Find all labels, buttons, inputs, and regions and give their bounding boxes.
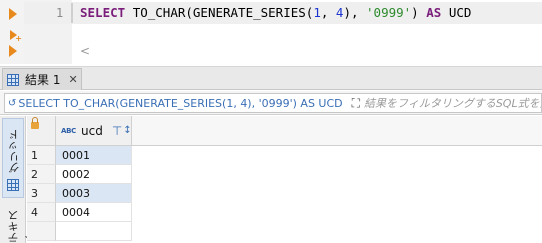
results-filter-bar: ↺ SELECT TO_CHAR(GENERATE_SERIES(1, 4), … <box>0 91 542 115</box>
keyword-as: AS <box>426 5 442 20</box>
play-icon <box>9 8 17 20</box>
sql-code-line[interactable]: SELECT TO_CHAR(GENERATE_SERIES(1, 4), '0… <box>80 5 471 20</box>
string-literal: '0999' <box>366 5 412 20</box>
view-mode-panel: グリッド テキスト <box>0 116 36 243</box>
row-number[interactable]: 4 <box>27 203 56 222</box>
table-row[interactable]: 3 0003 <box>27 184 542 203</box>
table-row[interactable]: 4 0004 <box>27 203 542 222</box>
tab-grid-view[interactable]: グリッド <box>2 118 24 198</box>
tab-text-view[interactable]: テキスト <box>2 202 36 243</box>
tab-results-1[interactable]: 結果 1 ✕ <box>2 68 82 90</box>
row-number[interactable]: 3 <box>27 184 56 203</box>
source-query: SELECT TO_CHAR(GENERATE_SERIES(1, 4), '0… <box>18 96 343 110</box>
table-row[interactable]: 1 0001 <box>27 146 542 165</box>
line-number: 1 <box>56 6 64 20</box>
filter-placeholder: 結果をフィルタリングするSQL式を入力してください <box>364 97 541 110</box>
line-marker <box>71 3 73 23</box>
tab-label: 結果 1 <box>25 73 61 87</box>
execution-toolbar: + <box>0 0 24 64</box>
scroll-left-icon[interactable]: < <box>80 44 90 58</box>
punctuation: , <box>320 5 336 20</box>
execute-statement-button[interactable] <box>6 7 20 21</box>
execute-in-new-tab-button[interactable]: + <box>6 28 22 43</box>
header-filler <box>132 116 542 146</box>
punctuation: ) <box>411 5 427 20</box>
sql-editor[interactable]: + 1 SELECT TO_CHAR(GENERATE_SERIES(1, 4)… <box>0 0 542 64</box>
text-type-icon: ABC <box>61 126 76 135</box>
number-literal: 1 <box>313 5 321 20</box>
column-alias: UCD <box>441 5 472 20</box>
table-cell[interactable]: 0001 <box>56 146 132 165</box>
table-row[interactable]: 2 0002 <box>27 165 542 184</box>
sort-icon[interactable]: ↕ <box>123 125 131 136</box>
expand-icon[interactable]: ⛶ <box>352 96 360 111</box>
grid-view-icon <box>7 179 19 191</box>
play-icon <box>9 45 17 57</box>
filter-icon[interactable]: ⊤ <box>112 124 122 138</box>
results-tab-bar: 結果 1 ✕ <box>0 66 542 90</box>
row-number[interactable]: 1 <box>27 146 56 165</box>
column-name: ucd <box>81 123 103 138</box>
punctuation: ), <box>343 5 367 20</box>
lock-icon <box>31 117 39 129</box>
close-icon[interactable]: ✕ <box>68 73 77 86</box>
column-header-ucd[interactable]: ABC ucd ⊤ ↕ <box>56 116 132 146</box>
table-cell[interactable]: 0004 <box>56 203 132 222</box>
function-call: TO_CHAR(GENERATE_SERIES( <box>132 5 314 20</box>
row-number[interactable]: 2 <box>27 165 56 184</box>
filter-input[interactable]: ↺ SELECT TO_CHAR(GENERATE_SERIES(1, 4), … <box>4 93 542 113</box>
keyword-select: SELECT <box>80 5 126 20</box>
table-grid-icon <box>7 73 19 86</box>
row-number-empty <box>27 222 56 241</box>
results-grid[interactable]: ABC ucd ⊤ ↕ 1 0001 2 0002 3 0003 4 0004 <box>27 116 542 243</box>
table-cell[interactable]: 0002 <box>56 165 132 184</box>
empty-row <box>27 222 542 241</box>
table-cell[interactable]: 0003 <box>56 184 132 203</box>
sql-query-icon: ↺ <box>8 97 17 109</box>
table-cell-empty <box>56 222 132 241</box>
grid-tab-label: グリッド <box>8 129 21 173</box>
execute-script-button[interactable] <box>6 44 20 58</box>
grid-corner[interactable] <box>27 116 56 146</box>
